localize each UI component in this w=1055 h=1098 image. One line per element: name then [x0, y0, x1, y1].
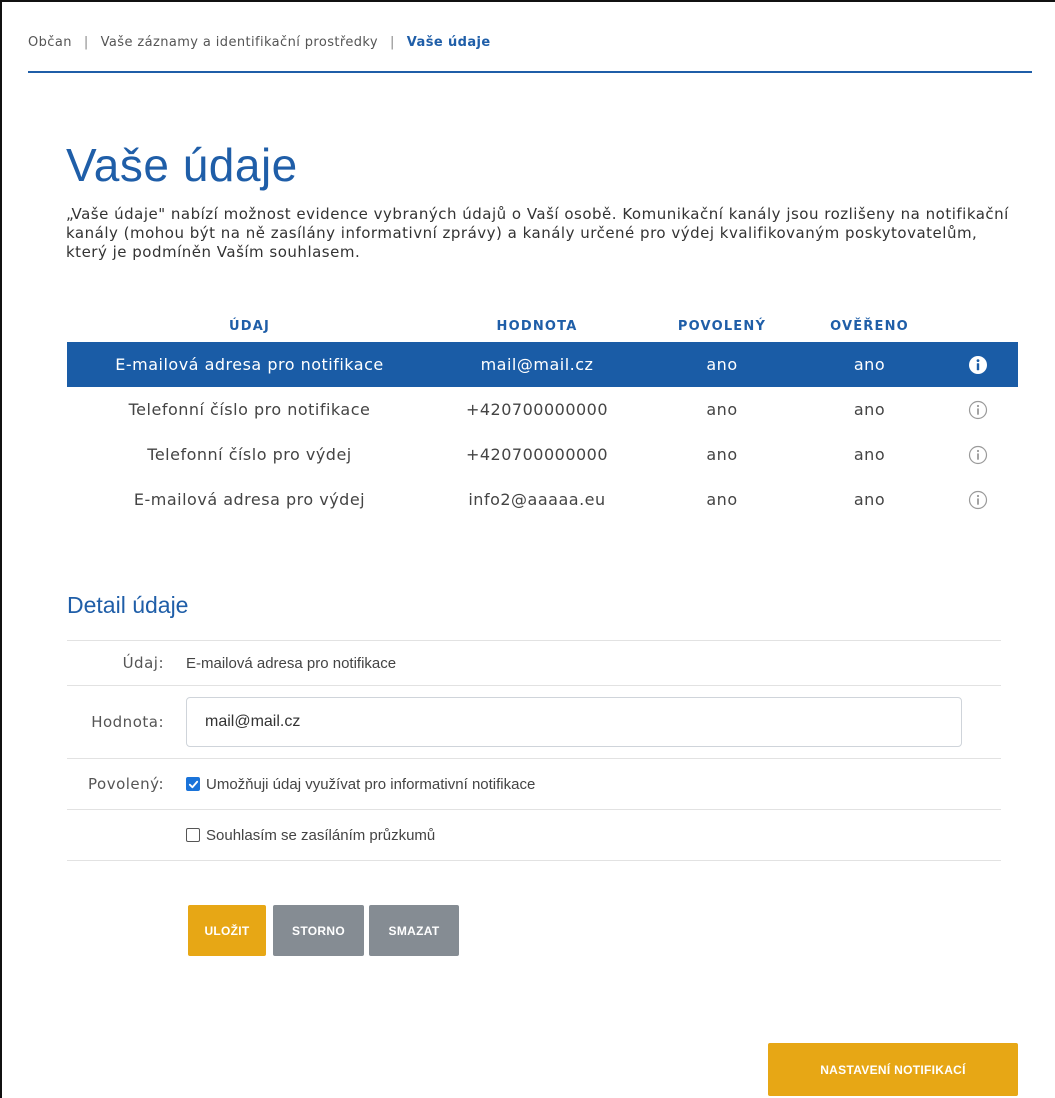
povoleny-label: Povolený: [88, 775, 164, 793]
cancel-button[interactable]: STORNO [273, 905, 364, 956]
cell-udaj: Telefonní číslo pro výdej [147, 445, 352, 464]
notification-checkbox-label: Umožňuji údaj využívat pro informativní … [206, 775, 536, 793]
checkmark-icon [188, 780, 198, 788]
cell-hodnota: +420700000000 [465, 400, 609, 419]
cell-udaj: E-mailová adresa pro výdej [133, 490, 366, 509]
window-frame-left [0, 0, 2, 1098]
survey-checkbox-label: Souhlasím se zasíláním průzkumů [206, 826, 436, 844]
udaj-value: E-mailová adresa pro notifikace [186, 654, 397, 672]
column-header-overeno: OVĚŘENO [830, 318, 909, 334]
table-row-selected[interactable]: E-mailová adresa pro notifikace mail@mai… [67, 342, 1018, 387]
info-circle-icon[interactable] [968, 490, 988, 510]
detail-row-povoleny: Povolený: Umožňuji údaj využívat pro inf… [67, 758, 1001, 809]
info-cell [937, 445, 1018, 465]
hodnota-input[interactable] [186, 697, 962, 747]
info-cell [937, 355, 1018, 375]
detail-row-hodnota: Hodnota: [67, 685, 1001, 758]
breadcrumb-divider [28, 71, 1032, 73]
breadcrumb-separator: | [389, 34, 395, 50]
cell-udaj: E-mailová adresa pro notifikace [115, 355, 384, 374]
info-cell [937, 490, 1018, 510]
delete-button[interactable]: SMAZAT [369, 905, 459, 956]
notification-checkbox[interactable] [186, 777, 200, 791]
cell-hodnota: info2@aaaaa.eu [468, 490, 606, 509]
notification-settings-button[interactable]: NASTAVENÍ NOTIFIKACÍ [768, 1043, 1018, 1096]
breadcrumb-item-obcan[interactable]: Občan [28, 35, 72, 50]
cell-povoleny: ano [706, 355, 738, 374]
udaj-label: Údaj: [122, 654, 164, 672]
table-body: E-mailová adresa pro notifikace mail@mai… [67, 342, 1018, 522]
info-circle-icon[interactable] [968, 355, 988, 375]
column-header-hodnota: HODNOTA [496, 318, 578, 334]
cell-overeno: ano [853, 490, 886, 509]
breadcrumb-item-current: Vaše údaje [406, 34, 491, 50]
notification-consent[interactable]: Umožňuji údaj využívat pro informativní … [186, 776, 535, 793]
page-title: Vaše údaje [66, 139, 298, 191]
info-cell [937, 400, 1018, 420]
survey-checkbox[interactable] [186, 828, 200, 842]
cell-udaj: Telefonní číslo pro notifikace [128, 400, 371, 419]
table-row[interactable]: Telefonní číslo pro výdej +420700000000 … [67, 432, 1018, 477]
survey-consent[interactable]: Souhlasím se zasíláním průzkumů [186, 827, 435, 844]
cell-overeno: ano [853, 445, 886, 464]
table-header-row: ÚDAJ HODNOTA POVOLENÝ OVĚŘENO [67, 310, 1018, 342]
cell-povoleny: ano [706, 490, 738, 509]
cell-povoleny: ano [706, 445, 738, 464]
cell-povoleny: ano [706, 400, 738, 419]
window-frame-top [0, 0, 1055, 2]
detail-title: Detail údaje [67, 592, 189, 618]
detail-row-udaj: Údaj: E-mailová adresa pro notifikace [67, 640, 1001, 685]
hodnota-label: Hodnota: [91, 713, 164, 731]
column-header-udaj: ÚDAJ [228, 318, 271, 334]
column-header-povoleny: POVOLENÝ [677, 318, 767, 334]
cell-overeno: ano [853, 400, 886, 419]
info-circle-icon[interactable] [968, 400, 988, 420]
detail-form: Údaj: E-mailová adresa pro notifikace Ho… [67, 640, 1001, 861]
info-circle-icon[interactable] [968, 445, 988, 465]
cell-hodnota: mail@mail.cz [480, 355, 594, 374]
detail-row-survey: Souhlasím se zasíláním průzkumů [67, 809, 1001, 861]
table-row[interactable]: E-mailová adresa pro výdej info2@aaaaa.e… [67, 477, 1018, 522]
breadcrumb-separator: | [83, 34, 89, 50]
breadcrumb-item-zaznamy[interactable]: Vaše záznamy a identifikační prostředky [101, 35, 378, 50]
page-description: „Vaše údaje" nabízí možnost evidence vyb… [66, 205, 1009, 261]
table-row[interactable]: Telefonní číslo pro notifikace +42070000… [67, 387, 1018, 432]
data-table: ÚDAJ HODNOTA POVOLENÝ OVĚŘENO E-mailová … [67, 310, 1018, 522]
cell-hodnota: +420700000000 [465, 445, 609, 464]
cell-overeno: ano [853, 355, 886, 374]
save-button[interactable]: ULOŽIT [188, 905, 266, 956]
breadcrumb: Občan | Vaše záznamy a identifikační pro… [28, 30, 491, 54]
